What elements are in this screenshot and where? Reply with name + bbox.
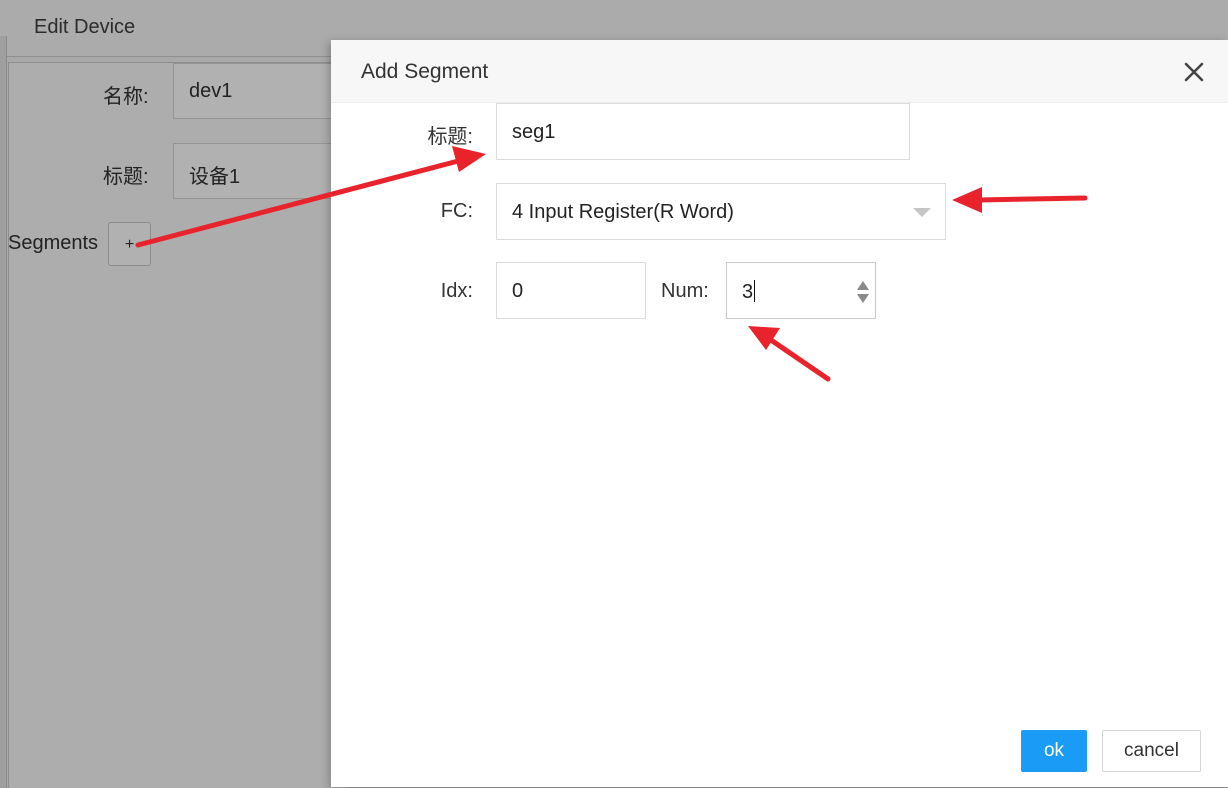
close-icon[interactable] xyxy=(1181,59,1207,85)
device-name-label: 名称: xyxy=(103,86,149,108)
idx-label: Idx: xyxy=(440,280,473,302)
device-title-label: 标题: xyxy=(103,166,149,188)
num-input[interactable]: 3 xyxy=(726,262,876,319)
device-title-input[interactable]: 设备1 xyxy=(173,143,343,199)
chevron-down-icon xyxy=(913,208,931,217)
fc-select[interactable]: 4 Input Register(R Word) xyxy=(496,183,946,240)
segment-title-input[interactable]: seg1 xyxy=(496,103,910,160)
fc-selected-value: 4 Input Register(R Word) xyxy=(512,201,734,223)
text-cursor xyxy=(754,280,756,302)
window-edge xyxy=(0,36,7,787)
idx-input[interactable]: 0 xyxy=(496,262,646,319)
segments-label: Segments xyxy=(8,232,99,254)
fc-label: FC: xyxy=(440,200,473,222)
cancel-button[interactable]: cancel xyxy=(1102,730,1201,772)
device-name-input[interactable]: dev1 xyxy=(173,63,343,119)
num-label: Num: xyxy=(661,280,709,302)
dialog-title: Add Segment xyxy=(361,60,489,83)
num-value: 3 xyxy=(742,281,754,303)
segment-title-label: 标题: xyxy=(427,126,473,148)
ok-button[interactable]: ok xyxy=(1021,730,1087,772)
add-segment-dialog: Add Segment 标题: seg1 FC: 4 Input Registe… xyxy=(331,40,1228,787)
dialog-header: Add Segment xyxy=(331,40,1228,103)
edit-device-title: Edit Device xyxy=(34,16,136,38)
add-segment-button[interactable]: + xyxy=(108,222,151,266)
spinner-icon[interactable] xyxy=(856,280,870,304)
